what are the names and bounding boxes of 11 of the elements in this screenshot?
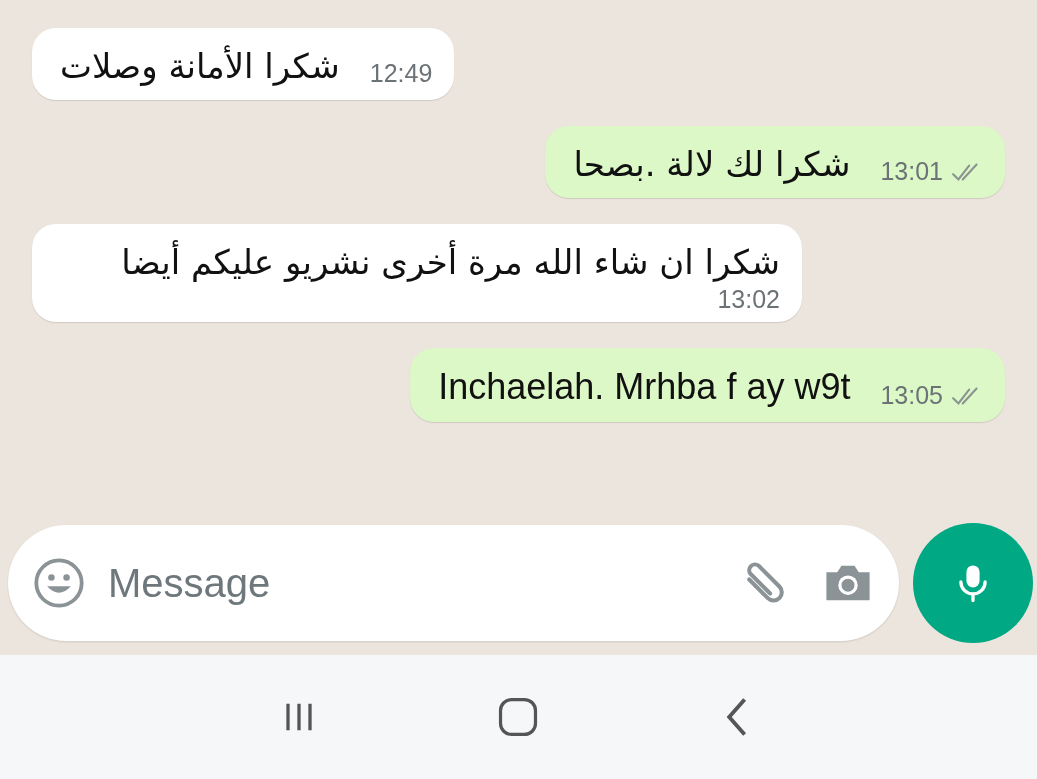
message-time: 12:49 xyxy=(369,59,433,89)
message-text: شكرا ان شاء الله مرة أخرى نشريو عليكم أيضا xyxy=(121,240,780,285)
message-time: 13:02 xyxy=(717,284,780,314)
emoji-icon[interactable] xyxy=(32,556,86,610)
message-text: شكرا الأمانة وصلات xyxy=(60,44,340,88)
message-text: Inchaelah. Mrhba f ay w9t xyxy=(438,364,851,409)
message-text: شكرا لك لالة .بصحا xyxy=(573,143,851,187)
message-input-field[interactable]: Message xyxy=(106,559,713,607)
message-time: 13:01 xyxy=(880,157,943,187)
message-time: 13:05 xyxy=(880,381,943,411)
message-composer[interactable]: Message xyxy=(8,525,899,641)
